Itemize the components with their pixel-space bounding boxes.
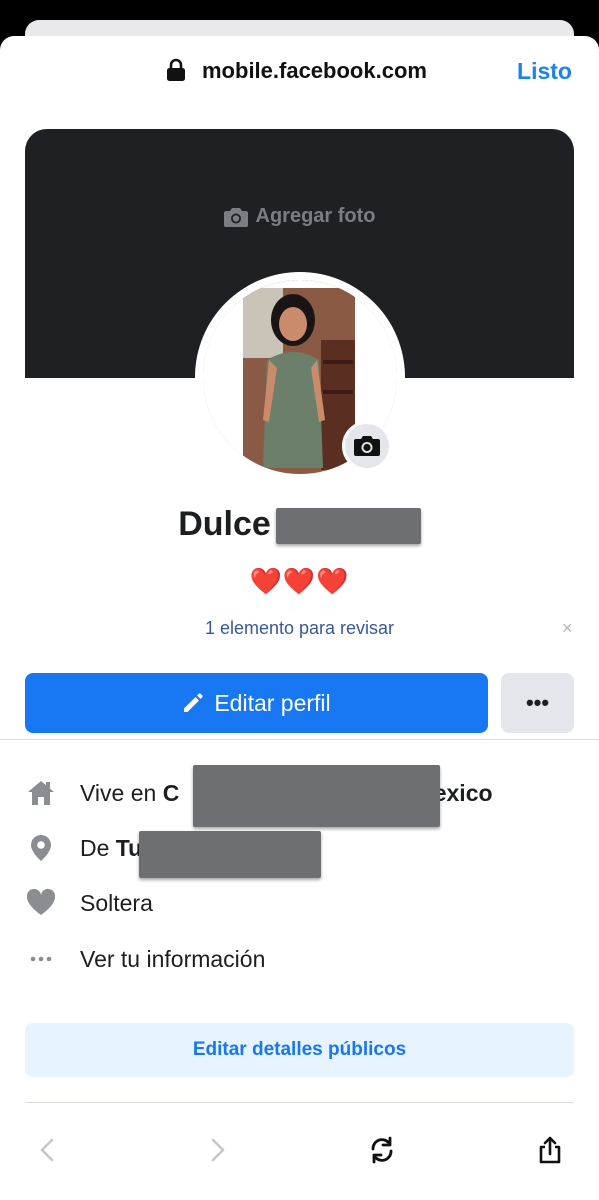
add-photo-label: Agregar foto bbox=[255, 205, 376, 227]
browser-toolbar bbox=[0, 1122, 599, 1178]
bio-text: ❤️❤️❤️ bbox=[249, 566, 350, 596]
review-items-link[interactable]: 1 elemento para revisar bbox=[0, 618, 599, 639]
more-options-button[interactable]: ••• bbox=[501, 673, 574, 733]
change-profile-photo-button[interactable] bbox=[342, 421, 392, 471]
divider bbox=[0, 739, 599, 740]
url-text[interactable]: mobile.facebook.com bbox=[202, 58, 427, 84]
heart-icon bbox=[26, 888, 56, 915]
reload-icon bbox=[371, 1136, 393, 1164]
detail-text: Ver tu información bbox=[80, 945, 266, 972]
detail-relationship: Soltera bbox=[25, 883, 585, 923]
back-button[interactable] bbox=[32, 1134, 64, 1166]
share-icon bbox=[539, 1136, 561, 1164]
profile-bio: ❤️❤️❤️ bbox=[0, 566, 599, 597]
home-icon bbox=[28, 781, 54, 805]
done-button[interactable]: Listo bbox=[517, 58, 572, 85]
redaction-name bbox=[276, 508, 421, 544]
url-bar: mobile.facebook.com Listo bbox=[0, 36, 599, 108]
share-button[interactable] bbox=[534, 1134, 566, 1166]
detail-prefix: Vive en bbox=[80, 779, 163, 806]
reload-button[interactable] bbox=[366, 1134, 398, 1166]
chevron-right-icon bbox=[211, 1138, 225, 1162]
redaction-city bbox=[193, 765, 440, 827]
detail-prefix: De bbox=[80, 834, 116, 861]
profile-name: Dulce bbox=[178, 505, 271, 543]
detail-text: Soltera bbox=[80, 889, 153, 916]
dismiss-review-button[interactable]: × bbox=[562, 618, 573, 639]
redaction-hometown bbox=[139, 831, 321, 878]
browser-sheet: mobile.facebook.com Listo Agregar foto D… bbox=[0, 36, 599, 1200]
edit-profile-button[interactable]: Editar perfil bbox=[25, 673, 488, 733]
divider bbox=[25, 1102, 574, 1103]
forward-button[interactable] bbox=[201, 1134, 233, 1166]
camera-icon bbox=[354, 436, 380, 456]
location-pin-icon bbox=[31, 835, 51, 861]
more-dots-icon bbox=[30, 956, 52, 962]
edit-profile-label: Editar perfil bbox=[214, 689, 331, 716]
camera-icon bbox=[223, 207, 248, 227]
see-your-info-link[interactable]: Ver tu información bbox=[25, 939, 585, 979]
pencil-icon bbox=[184, 693, 203, 712]
chevron-left-icon bbox=[40, 1138, 54, 1162]
detail-bold: C bbox=[162, 779, 180, 806]
lock-icon bbox=[167, 58, 185, 81]
edit-public-details-button[interactable]: Editar detalles públicos bbox=[25, 1023, 574, 1077]
add-cover-photo-button[interactable]: Agregar foto bbox=[25, 205, 574, 228]
